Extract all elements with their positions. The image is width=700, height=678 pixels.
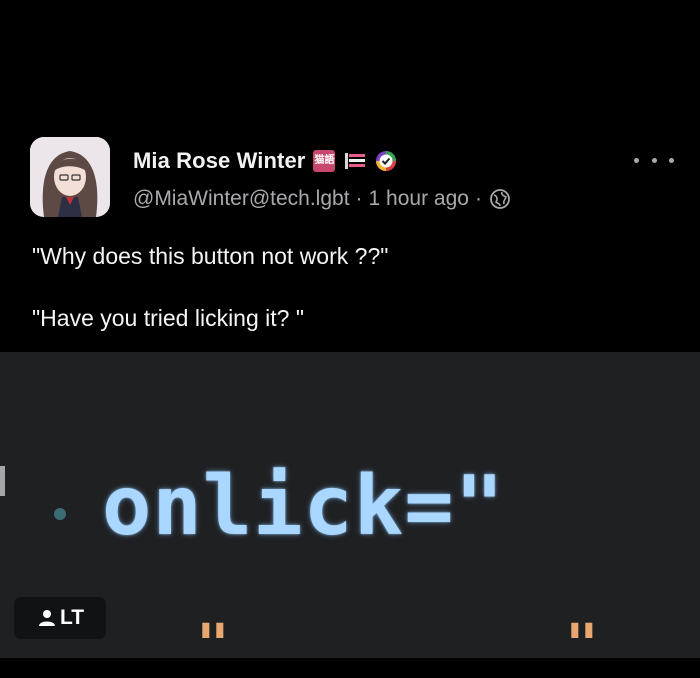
ellipsis-icon	[634, 157, 639, 163]
author-display-name[interactable]: Mia Rose Winter	[133, 148, 305, 174]
alt-badge-label: LT	[59, 606, 85, 629]
author-handle[interactable]: @MiaWinter@tech.lgbt	[133, 187, 350, 211]
author-name-row: Mia Rose Winter 猫語	[133, 146, 397, 176]
person-icon	[36, 607, 58, 629]
verified-badge-icon	[375, 150, 397, 172]
meta-separator: ·	[355, 187, 363, 210]
flag-emoji-icon	[343, 151, 367, 171]
ellipsis-icon	[669, 157, 674, 163]
whitespace-dot	[54, 508, 66, 520]
avatar-illustration	[30, 137, 110, 217]
post-card: Mia Rose Winter 猫語 @MiaWinter@tech.lgbt …	[0, 0, 700, 352]
code-snippet-text: onlick="	[102, 459, 505, 554]
avatar[interactable]	[30, 137, 110, 217]
editor-gutter-marker	[0, 466, 5, 496]
post-text-line: "Have you tried licking it? "	[32, 305, 305, 331]
post-text-line: "Why does this button not work ??"	[32, 243, 389, 269]
meta-separator: ·	[474, 187, 482, 210]
alt-text-button[interactable]: LT	[14, 597, 106, 639]
code-quote-mark: "	[196, 613, 230, 678]
custom-emoji-badge: 猫語	[313, 150, 336, 172]
globe-icon	[488, 187, 512, 211]
code-quote-mark: "	[565, 613, 599, 678]
more-options-button[interactable]	[634, 150, 674, 170]
post-timestamp[interactable]: 1 hour ago	[369, 187, 469, 211]
author-meta-row: @MiaWinter@tech.lgbt · 1 hour ago ·	[133, 184, 512, 214]
ellipsis-icon	[651, 157, 657, 163]
